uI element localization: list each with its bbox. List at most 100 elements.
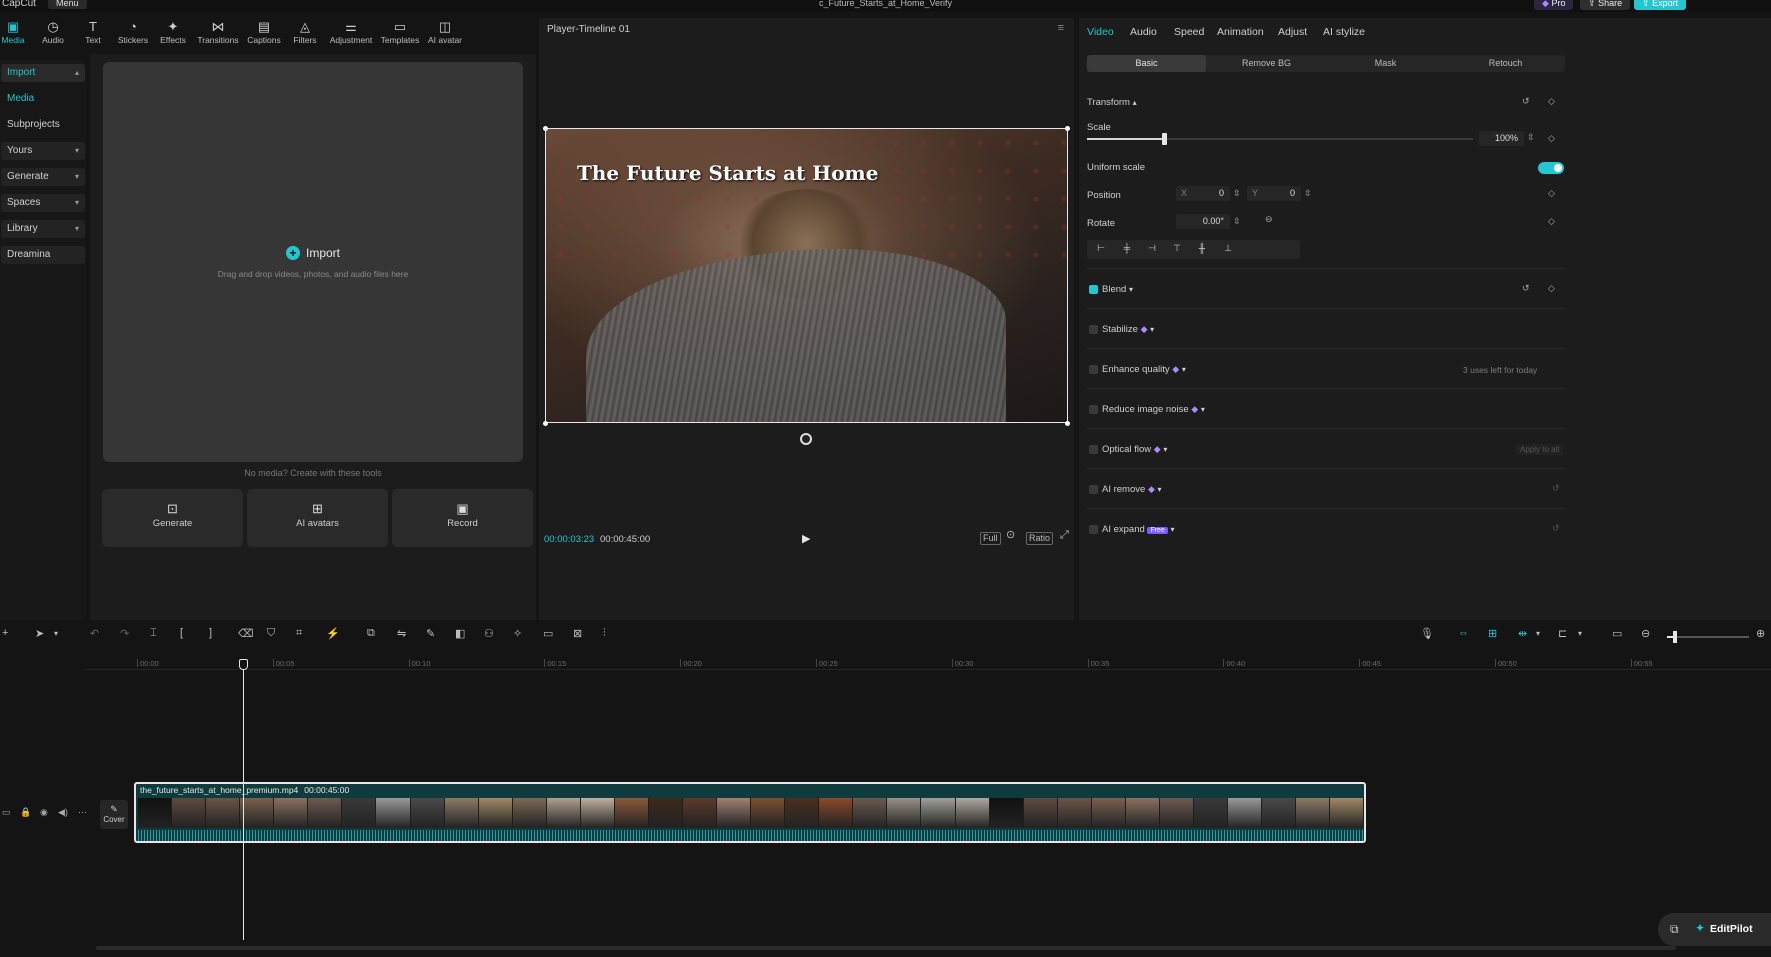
speaker-icon[interactable]: ◀) [58, 807, 68, 818]
undo-icon[interactable]: ↶ [90, 627, 99, 640]
video-clip[interactable]: the_future_starts_at_home_premium.mp4 00:… [134, 782, 1366, 843]
chevron-down-icon[interactable]: ▾ [1578, 629, 1582, 638]
subtab-remove-bg[interactable]: Remove BG [1207, 55, 1326, 72]
keyframe-icon[interactable]: ◇ [1548, 216, 1555, 227]
fullscreen-icon[interactable]: ⤢ [1058, 530, 1071, 541]
keyframe-icon[interactable]: ◇ [1548, 283, 1555, 294]
stabilize-checkbox[interactable] [1089, 325, 1098, 334]
resize-handle[interactable] [1065, 421, 1070, 426]
playhead[interactable] [243, 660, 244, 940]
audio-split-icon[interactable]: ⫶ [603, 627, 606, 640]
blend-section[interactable]: Blend ▾ [1102, 284, 1133, 295]
full-button[interactable]: Full [980, 532, 1001, 545]
ai-remove-section[interactable]: AI remove ◆ ▾ [1102, 484, 1162, 495]
rotate-handle[interactable] [800, 433, 812, 445]
scale-slider-knob[interactable] [1162, 133, 1168, 145]
add-track-icon[interactable]: + [2, 627, 8, 639]
stepper-icon[interactable]: ⇳ [1233, 216, 1241, 227]
caption-tool-icon[interactable]: ▭ [543, 627, 553, 640]
wand-icon[interactable]: ✧ [513, 627, 522, 640]
enhance-quality-section[interactable]: Enhance quality ◆ ▾ [1102, 364, 1186, 375]
reduce-noise-checkbox[interactable] [1089, 405, 1098, 414]
reset-icon[interactable]: ↺ [1522, 96, 1530, 107]
keyframe-icon[interactable]: ◇ [1548, 188, 1555, 199]
mirror-icon[interactable]: ◧ [455, 627, 465, 640]
apply-to-all-button[interactable]: Apply to all [1516, 444, 1564, 455]
sidebar-item-yours[interactable]: Yours ▾ [1, 142, 85, 160]
reverse-icon[interactable]: ⇋ [397, 627, 406, 640]
ratio-button[interactable]: Ratio [1026, 532, 1054, 545]
scale-slider[interactable] [1087, 133, 1473, 145]
editpilot-button[interactable]: ⧉ ✦ EditPilot [1658, 913, 1771, 946]
magnet-icon[interactable]: ⊞ [1488, 627, 1497, 640]
align-top-icon[interactable]: ⊤ [1167, 243, 1187, 257]
rotate-input[interactable]: 0.00° [1176, 214, 1230, 229]
speed-icon[interactable]: ⚡ [326, 627, 340, 640]
magic-icon[interactable]: ✎ [426, 627, 435, 640]
stepper-icon[interactable]: ⇳ [1233, 188, 1241, 199]
cover-button[interactable]: ✎ Cover [100, 800, 128, 829]
tool-effects[interactable]: ✦ Effects [150, 19, 196, 45]
resize-handle[interactable] [543, 126, 548, 131]
tool-ai-avatar[interactable]: ◫ AI avatar [422, 19, 468, 45]
split-icon[interactable]: ⌶ [150, 627, 157, 640]
flip-icon[interactable]: ⊖ [1265, 214, 1273, 225]
tab-audio[interactable]: Audio [1130, 26, 1157, 38]
share-button[interactable]: ⇪ Share [1580, 0, 1631, 10]
position-x-input[interactable]: X0 [1176, 186, 1230, 201]
zoom-slider[interactable] [1667, 631, 1749, 643]
timeline-ruler[interactable]: 00:00 00:05 00:10 00:15 00:20 00:25 00:30 00:35… [86, 656, 1771, 670]
subtab-basic[interactable]: Basic [1087, 55, 1206, 72]
tab-ai-stylize[interactable]: AI stylize [1323, 26, 1365, 38]
delete-icon[interactable]: ⌫ [238, 627, 254, 640]
tool-transitions[interactable]: ⋈ Transitions [195, 19, 241, 45]
tab-video[interactable]: Video [1087, 26, 1114, 38]
sidebar-item-dreamina[interactable]: Dreamina [1, 246, 85, 264]
tool-captions[interactable]: ▤ Captions [241, 19, 287, 45]
resize-handle[interactable] [543, 421, 548, 426]
uniform-scale-toggle[interactable] [1538, 162, 1564, 174]
hamburger-icon[interactable]: ≡ [1058, 22, 1064, 34]
overlay-text[interactable]: The Future Starts at Home [577, 161, 878, 185]
generate-card[interactable]: ⊡ Generate [102, 489, 243, 547]
stepper-icon[interactable]: ⇳ [1527, 132, 1535, 143]
stabilize-section[interactable]: Stabilize ◆ ▾ [1102, 324, 1154, 335]
align-middle-icon[interactable]: ╫ [1192, 243, 1212, 257]
more-icon[interactable]: ⋯ [78, 807, 87, 818]
eye-icon[interactable]: ◉ [40, 807, 48, 818]
keyframe-icon[interactable]: ◇ [1548, 96, 1555, 107]
marker-icon[interactable]: ⛉ [267, 627, 275, 640]
position-y-input[interactable]: Y0 [1247, 186, 1301, 201]
trim-right-icon[interactable]: ] [209, 627, 212, 639]
reset-icon[interactable]: ↺ [1552, 483, 1560, 494]
tool-filters[interactable]: ◬ Filters [282, 19, 328, 45]
keyframe-icon[interactable]: ◇ [1548, 133, 1555, 144]
subtab-retouch[interactable]: Retouch [1446, 55, 1565, 72]
record-card[interactable]: ▣ Record [392, 489, 533, 547]
redo-icon[interactable]: ↷ [120, 627, 129, 640]
sidebar-item-media[interactable]: Media [1, 90, 85, 108]
tab-speed[interactable]: Speed [1174, 26, 1204, 38]
reset-icon[interactable]: ↺ [1552, 523, 1560, 534]
optical-flow-section[interactable]: Optical flow ◆ ▾ [1102, 444, 1167, 455]
reset-icon[interactable]: ↺ [1522, 283, 1530, 294]
preview-axis-icon[interactable]: ⊏ [1558, 627, 1567, 640]
import-button[interactable]: + Import [103, 246, 523, 260]
align-bottom-icon[interactable]: ⊥ [1218, 243, 1238, 257]
sidebar-item-import[interactable]: Import ▴ [1, 64, 85, 82]
freeze-icon[interactable]: ⧉ [367, 627, 375, 640]
person-icon[interactable]: ⚇ [484, 627, 494, 640]
ai-avatars-card[interactable]: ⊞ AI avatars [247, 489, 388, 547]
media-drop-zone[interactable]: + Import Drag and drop videos, photos, an… [103, 62, 523, 462]
reduce-noise-section[interactable]: Reduce image noise ◆ ▾ [1102, 404, 1205, 415]
screenshot-icon[interactable]: ⊙ [1004, 530, 1017, 541]
microphone-icon[interactable]: 🎙 [1420, 627, 1434, 640]
playhead-handle[interactable] [239, 659, 248, 670]
crop-icon[interactable]: ⌗ [296, 627, 302, 640]
resize-handle[interactable] [1065, 126, 1070, 131]
chevron-down-icon[interactable]: ▾ [1536, 629, 1540, 638]
optical-flow-checkbox[interactable] [1089, 445, 1098, 454]
zoom-slider-knob[interactable] [1673, 631, 1678, 643]
zoom-out-icon[interactable]: ⊖ [1641, 627, 1650, 640]
subtab-mask[interactable]: Mask [1326, 55, 1445, 72]
